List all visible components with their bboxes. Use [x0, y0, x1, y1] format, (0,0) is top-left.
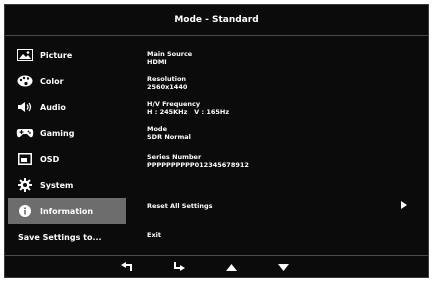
speaker-icon — [14, 101, 36, 113]
sidebar-item-osd[interactable]: OSD — [8, 146, 126, 172]
sidebar-item-audio[interactable]: Audio — [8, 94, 126, 120]
resolution-label: Resolution — [147, 75, 187, 83]
resolution-info: Resolution 2560x1440 — [147, 75, 249, 91]
osd-window: Mode - Standard Picture Color Audio Gami… — [4, 4, 429, 278]
info-icon — [14, 205, 36, 217]
mode-label: Mode — [147, 125, 167, 133]
serial-number-value: PPPPPPPPPP012345678912 — [147, 161, 249, 169]
up-arrow-icon[interactable] — [219, 260, 243, 274]
main-source-value: HDMI — [147, 58, 167, 66]
serial-number-label: Series Number — [147, 153, 202, 161]
reset-all-settings-label: Reset All Settings — [147, 202, 213, 210]
gamepad-icon — [14, 127, 36, 139]
sidebar-item-label: Gaming — [40, 128, 75, 138]
sidebar-item-color[interactable]: Color — [8, 68, 126, 94]
mode-title: Mode - Standard — [174, 15, 259, 25]
sidebar-item-picture[interactable]: Picture — [8, 42, 126, 68]
header-divider — [5, 35, 428, 36]
main-source-label: Main Source — [147, 50, 193, 58]
sidebar-item-information[interactable]: Information — [8, 198, 126, 224]
sidebar-item-label: Information — [40, 206, 94, 216]
down-arrow-icon[interactable] — [271, 260, 295, 274]
chevron-right-icon — [401, 201, 407, 211]
osd-icon — [14, 153, 36, 165]
sidebar-item-label: Audio — [40, 102, 66, 112]
enter-icon[interactable] — [167, 260, 191, 274]
footer-divider — [5, 255, 428, 256]
exit-button[interactable]: Exit — [147, 231, 161, 239]
sidebar-item-gaming[interactable]: Gaming — [8, 120, 126, 146]
sidebar: Picture Color Audio Gaming OSD System In… — [8, 42, 126, 250]
serial-number-info: Series Number PPPPPPPPPP012345678912 — [147, 153, 249, 169]
sidebar-item-label: Color — [40, 76, 64, 86]
back-icon[interactable] — [115, 260, 139, 274]
palette-icon — [14, 75, 36, 87]
sidebar-item-label: System — [40, 180, 74, 190]
sidebar-item-label: Picture — [40, 50, 73, 60]
gear-icon — [14, 178, 36, 192]
navigation-bar — [115, 259, 295, 275]
picture-icon — [14, 49, 36, 61]
sidebar-item-system[interactable]: System — [8, 172, 126, 198]
mode-value: SDR Normal — [147, 133, 191, 141]
save-settings-button[interactable]: Save Settings to... — [8, 224, 126, 250]
hv-frequency-info: H/V Frequency H : 245KHz V : 165Hz — [147, 100, 249, 116]
main-source-info: Main Source HDMI — [147, 50, 249, 66]
resolution-value: 2560x1440 — [147, 83, 188, 91]
reset-all-settings-button[interactable]: Reset All Settings — [147, 201, 407, 211]
information-panel: Main Source HDMI Resolution 2560x1440 H/… — [147, 50, 249, 178]
hv-frequency-value: H : 245KHz V : 165Hz — [147, 108, 230, 116]
hv-frequency-label: H/V Frequency — [147, 100, 201, 108]
mode-info: Mode SDR Normal — [147, 125, 249, 141]
sidebar-item-label: OSD — [40, 154, 60, 164]
